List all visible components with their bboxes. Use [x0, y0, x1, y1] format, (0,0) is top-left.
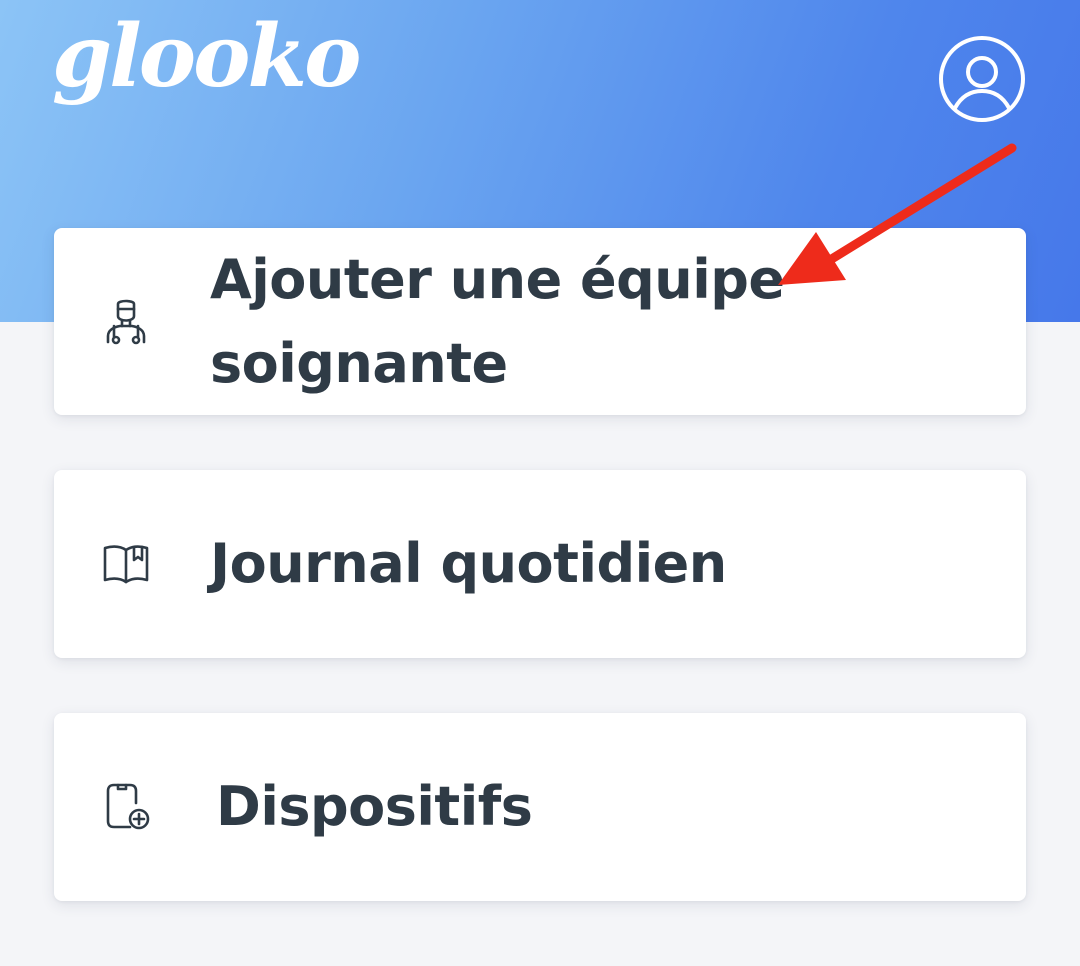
glooko-logo: glooko [52, 6, 361, 107]
account-button[interactable] [938, 35, 1026, 123]
device-plus-icon [100, 781, 152, 833]
menu-item-label: Ajouter une équipe soignante [210, 247, 785, 395]
menu-item-daily-journal[interactable]: Journal quotidien [54, 470, 1026, 658]
book-icon [100, 538, 152, 590]
menu-item-label: Dispositifs [216, 775, 533, 838]
user-circle-icon [938, 35, 1026, 123]
menu-item-label: Journal quotidien [210, 532, 727, 595]
menu-item-add-care-team[interactable]: Ajouter une équipe soignante [54, 228, 1026, 415]
doctor-icon [100, 296, 152, 348]
menu-item-devices[interactable]: Dispositifs [54, 713, 1026, 901]
